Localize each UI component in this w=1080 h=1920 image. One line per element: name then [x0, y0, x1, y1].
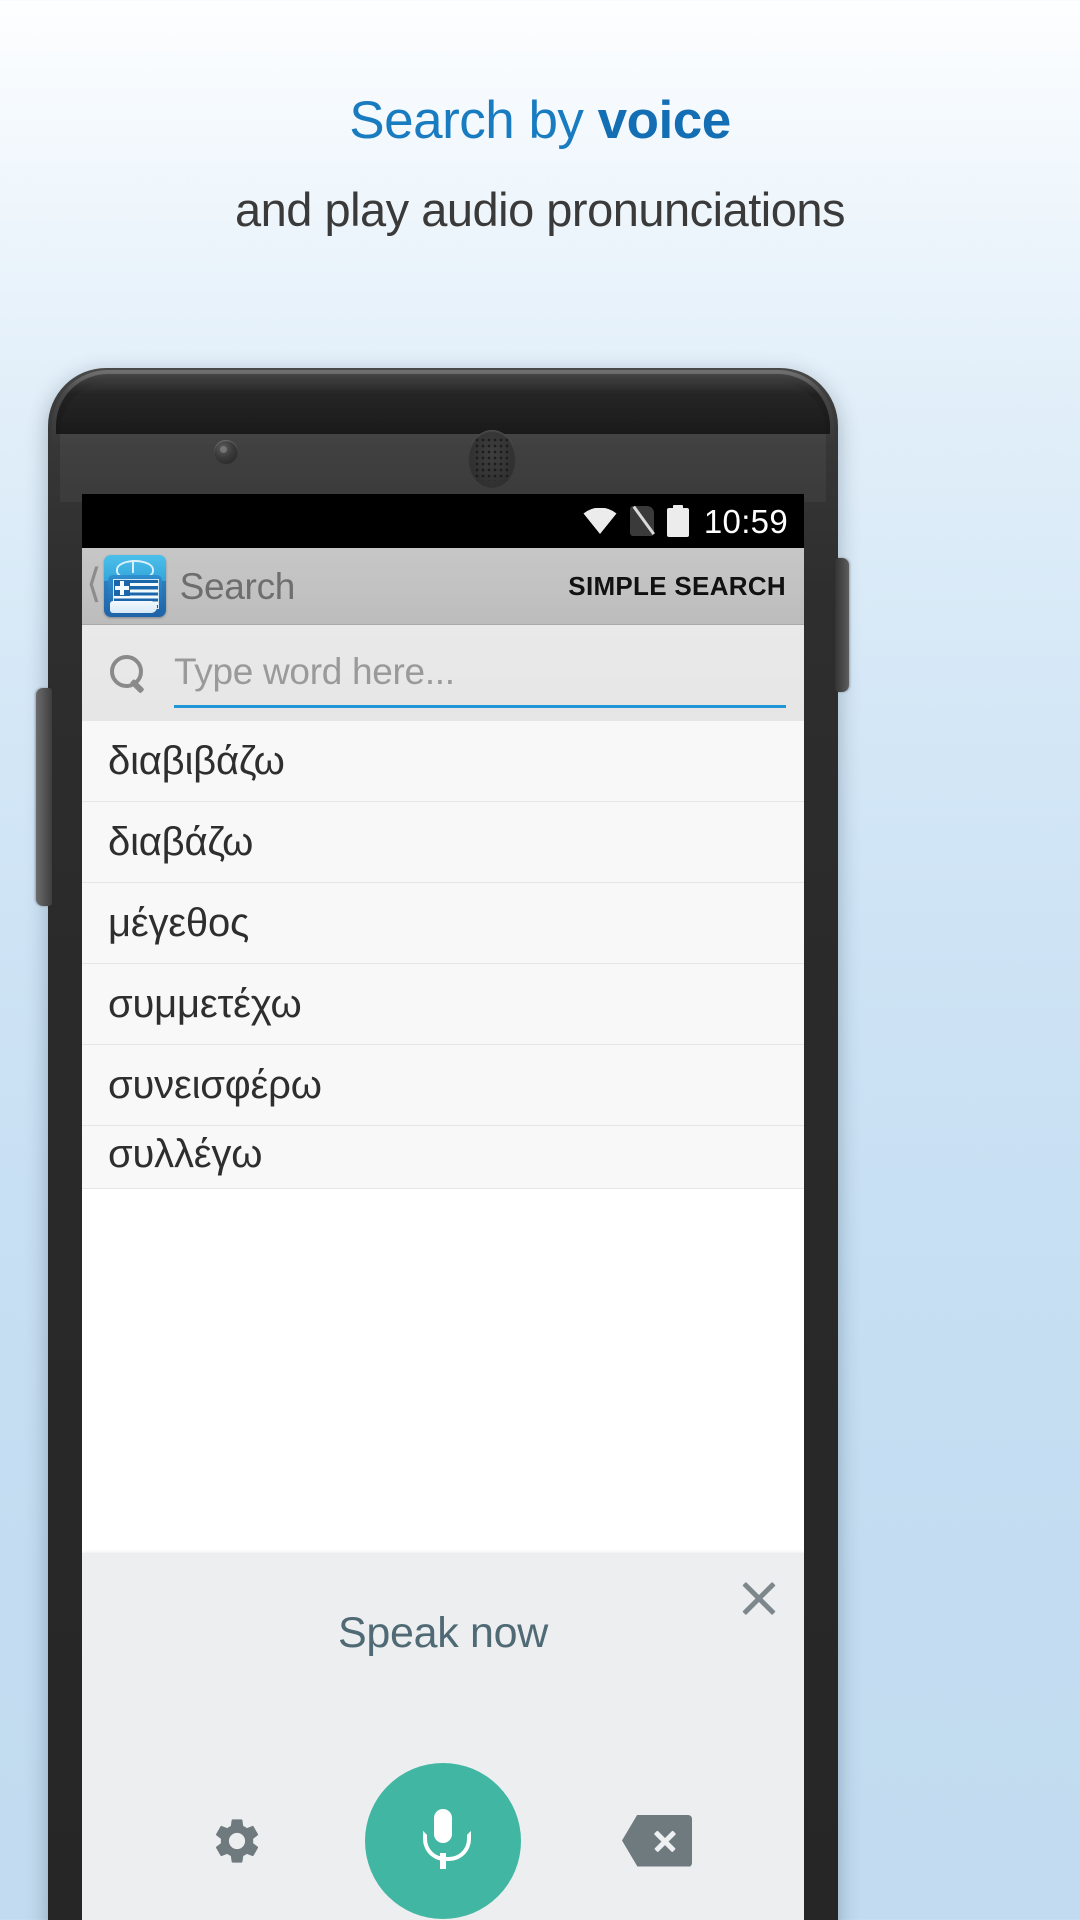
list-item[interactable]: συνεισφέρω — [82, 1045, 804, 1126]
volume-rocker[interactable] — [36, 688, 52, 906]
mic-stem — [440, 1852, 446, 1869]
promo-title: Search by voice — [0, 91, 1080, 150]
power-button[interactable] — [835, 558, 849, 692]
promo-text-block: Search by voice and play audio pronuncia… — [0, 91, 1080, 237]
earpiece-speaker-icon — [468, 430, 516, 488]
phone-screen: 10:59 ⟨ Search SIMPLE SEARCH Type word h… — [82, 494, 804, 1920]
list-item[interactable]: διαβάζω — [82, 802, 804, 883]
word-label: συμμετέχω — [108, 981, 302, 1026]
delete-key-shape — [622, 1814, 692, 1867]
speaker-mesh — [474, 437, 510, 481]
gear-icon[interactable] — [210, 1814, 264, 1868]
word-label: διαβάζω — [108, 819, 254, 864]
promo-title-plain: Search by — [349, 91, 598, 150]
simple-search-button[interactable]: SIMPLE SEARCH — [568, 571, 786, 602]
word-suggestion-list: διαβιβάζω διαβάζω μέγεθος συμμετέχω συνε… — [82, 721, 804, 1189]
app-icon-pages — [109, 601, 157, 613]
battery-body — [666, 508, 689, 537]
wifi-icon — [583, 507, 617, 534]
word-label: μέγεθος — [108, 900, 250, 945]
voice-controls-row — [82, 1713, 804, 1920]
backspace-delete-icon[interactable] — [622, 1814, 692, 1867]
app-icon-flag-cross — [113, 580, 130, 596]
search-placeholder: Type word here... — [174, 650, 455, 692]
promo-subtitle: and play audio pronunciations — [234, 183, 846, 237]
status-bar: 10:59 — [82, 494, 804, 548]
word-label: συλλέγω — [108, 1132, 263, 1176]
search-input[interactable]: Type word here... — [174, 639, 786, 708]
status-clock: 10:59 — [703, 502, 788, 540]
word-label: συνεισφέρω — [108, 1062, 322, 1107]
battery-full-icon — [666, 505, 689, 537]
greek-dictionary-app-icon[interactable] — [103, 555, 166, 617]
phone-top-edge — [56, 374, 830, 434]
search-icon — [108, 653, 148, 694]
list-item[interactable]: μέγεθος — [82, 883, 804, 964]
voice-input-panel: Speak now — [82, 1553, 804, 1920]
microphone-button[interactable] — [365, 1762, 521, 1919]
front-camera-icon — [214, 440, 238, 464]
action-bar: ⟨ Search SIMPLE SEARCH — [82, 548, 804, 625]
list-item[interactable]: συλλέγω — [82, 1126, 804, 1189]
mic-arc — [423, 1830, 471, 1861]
back-caret-icon[interactable]: ⟨ — [86, 564, 102, 604]
page-title: Search — [179, 565, 296, 607]
speak-now-prompt: Speak now — [337, 1609, 549, 1657]
list-item[interactable]: διαβιβάζω — [82, 721, 804, 802]
word-label: διαβιβάζω — [108, 738, 285, 783]
phone-mockup: 10:59 ⟨ Search SIMPLE SEARCH Type word h… — [36, 368, 849, 1920]
microphone-icon — [417, 1808, 471, 1873]
promo-title-bold: voice — [597, 91, 732, 150]
no-sim-icon — [629, 505, 655, 536]
list-item[interactable]: συμμετέχω — [82, 964, 804, 1045]
search-bar: Type word here... — [82, 625, 804, 721]
